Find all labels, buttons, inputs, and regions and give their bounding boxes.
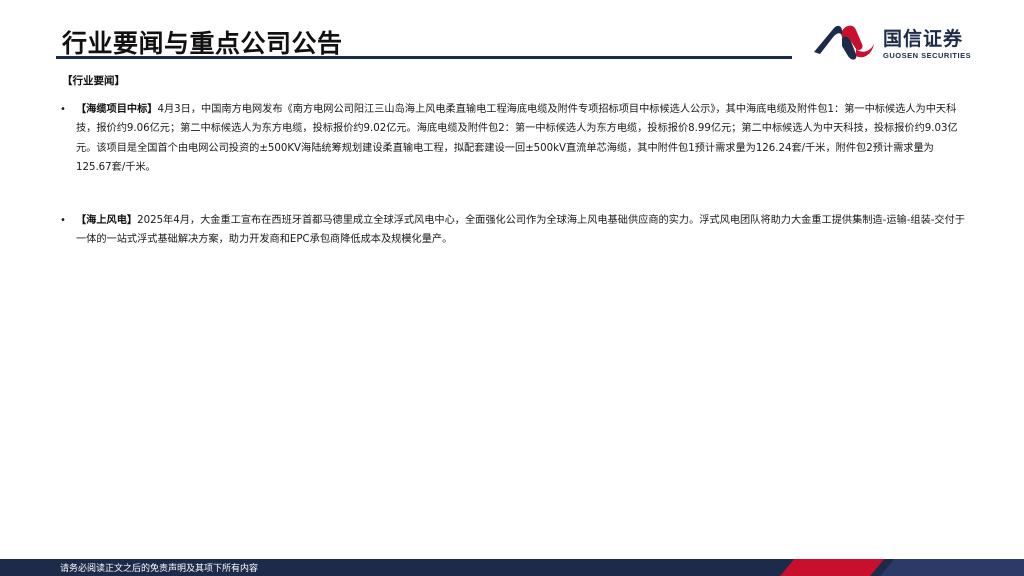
news-list: • 【海缆项目中标】4月3日，中国南方电网发布《南方电网公司阳江三山岛海上风电柔… — [60, 100, 968, 250]
list-item: • 【海上风电】2025年4月，大金重工宣布在西班牙首都马德里成立全球浮式风电中… — [60, 211, 968, 250]
footer-accent-navy — [880, 559, 1024, 576]
footer-bar: 请务必阅读正文之后的免责声明及其项下所有内容 — [0, 559, 1024, 576]
bullet-icon: • — [60, 215, 66, 227]
page-title: 行业要闻与重点公司公告 — [62, 29, 343, 58]
news-tag: 【海上风电】 — [76, 215, 138, 227]
news-text: 4月3日，中国南方电网发布《南方电网公司阳江三山岛海上风电柔直输电工程海底电缆及… — [76, 104, 958, 173]
news-text: 2025年4月，大金重工宣布在西班牙首都马德里成立全球浮式风电中心，全面强化公司… — [76, 215, 965, 246]
logo-text-en: GUOSEN SECURITIES — [883, 51, 972, 60]
footer-disclaimer: 请务必阅读正文之后的免责声明及其项下所有内容 — [60, 564, 259, 574]
guosen-logo-icon — [814, 25, 874, 60]
section-label: 【行业要闻】 — [62, 75, 125, 87]
footer-accent-red — [780, 559, 885, 576]
guosen-logo: 国信证券 GUOSEN SECURITIES — [812, 18, 982, 66]
logo-text-cn: 国信证券 — [883, 28, 964, 50]
list-item: • 【海缆项目中标】4月3日，中国南方电网发布《南方电网公司阳江三山岛海上风电柔… — [60, 100, 968, 177]
bullet-icon: • — [60, 104, 66, 115]
title-divider — [56, 56, 792, 59]
news-tag: 【海缆项目中标】 — [76, 104, 158, 115]
